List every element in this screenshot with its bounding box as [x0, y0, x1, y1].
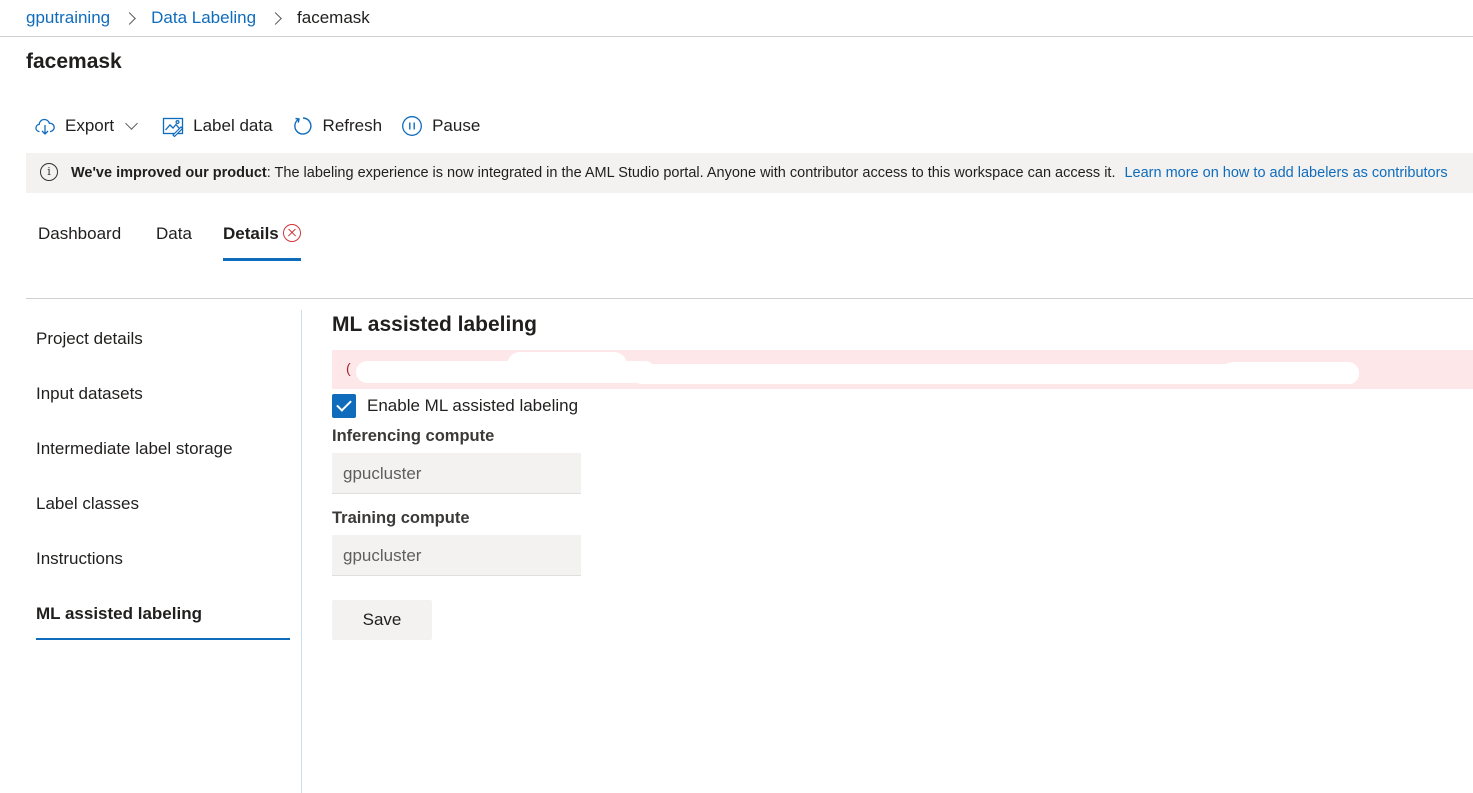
page-title: facemask: [26, 50, 122, 73]
nav-item-instructions[interactable]: Instructions: [36, 549, 123, 569]
pause-icon: [401, 115, 423, 137]
section-title: ML assisted labeling: [332, 313, 538, 336]
section-divider: [26, 298, 1473, 299]
label-data-label: Label data: [193, 116, 273, 135]
nav-item-intermediate-label-storage[interactable]: Intermediate label storage: [36, 439, 233, 459]
vertical-divider: [301, 310, 302, 793]
command-bar: Export Label data Refresh Pause: [34, 112, 480, 140]
inferencing-compute-label: Inferencing compute: [332, 427, 495, 445]
redaction-mark: [507, 352, 627, 378]
label-data-button[interactable]: Label data: [162, 115, 273, 137]
inferencing-compute-field[interactable]: gpucluster: [332, 453, 581, 494]
learn-more-link[interactable]: Learn more on how to add labelers as con…: [1124, 165, 1447, 181]
refresh-button[interactable]: Refresh: [292, 115, 383, 137]
breadcrumb-link-data-labeling[interactable]: Data Labeling: [151, 8, 256, 28]
info-icon: [40, 163, 58, 181]
info-banner: We've improved our product: The labeling…: [26, 153, 1473, 193]
inferencing-compute-value: gpucluster: [343, 464, 422, 483]
pause-button[interactable]: Pause: [401, 115, 480, 137]
export-button[interactable]: Export: [34, 115, 139, 137]
export-label: Export: [65, 116, 115, 135]
error-message-text: (: [346, 360, 351, 376]
training-compute-value: gpucluster: [343, 546, 422, 565]
banner-bold-text: We've improved our product: [71, 165, 267, 181]
chevron-right-icon: [123, 11, 136, 25]
training-compute-field[interactable]: gpucluster: [332, 535, 581, 576]
header-divider: [0, 36, 1473, 37]
tab-details[interactable]: Details: [223, 224, 279, 244]
nav-item-project-details[interactable]: Project details: [36, 329, 143, 349]
redaction-mark: [1222, 362, 1359, 384]
refresh-label: Refresh: [322, 116, 383, 135]
save-button[interactable]: Save: [332, 600, 432, 640]
breadcrumb-current: facemask: [297, 8, 370, 27]
nav-item-label-classes[interactable]: Label classes: [36, 494, 139, 514]
nav-active-indicator: [36, 638, 290, 640]
pause-label: Pause: [432, 116, 481, 135]
cloud-download-icon: [34, 115, 56, 137]
label-data-icon: [162, 115, 184, 137]
tab-data[interactable]: Data: [156, 224, 192, 244]
nav-item-input-datasets[interactable]: Input datasets: [36, 384, 143, 404]
tab-active-indicator: [223, 258, 301, 261]
banner-message: We've improved our product: The labeling…: [71, 165, 1448, 181]
error-message-bar: (: [332, 350, 1473, 389]
banner-text: : The labeling experience is now integra…: [266, 165, 1116, 181]
enable-ml-label[interactable]: Enable ML assisted labeling: [367, 396, 578, 416]
breadcrumb: gputraining Data Labeling facemask: [26, 6, 370, 30]
enable-ml-checkbox[interactable]: [332, 394, 356, 418]
chevron-right-icon: [269, 11, 282, 25]
breadcrumb-link-workspace[interactable]: gputraining: [26, 8, 110, 28]
nav-item-ml-assisted-labeling[interactable]: ML assisted labeling: [36, 604, 202, 624]
refresh-icon: [292, 115, 314, 137]
chevron-down-icon: [125, 116, 139, 130]
training-compute-label: Training compute: [332, 509, 470, 527]
tab-dashboard[interactable]: Dashboard: [38, 224, 121, 244]
error-circle-icon: [283, 224, 301, 242]
